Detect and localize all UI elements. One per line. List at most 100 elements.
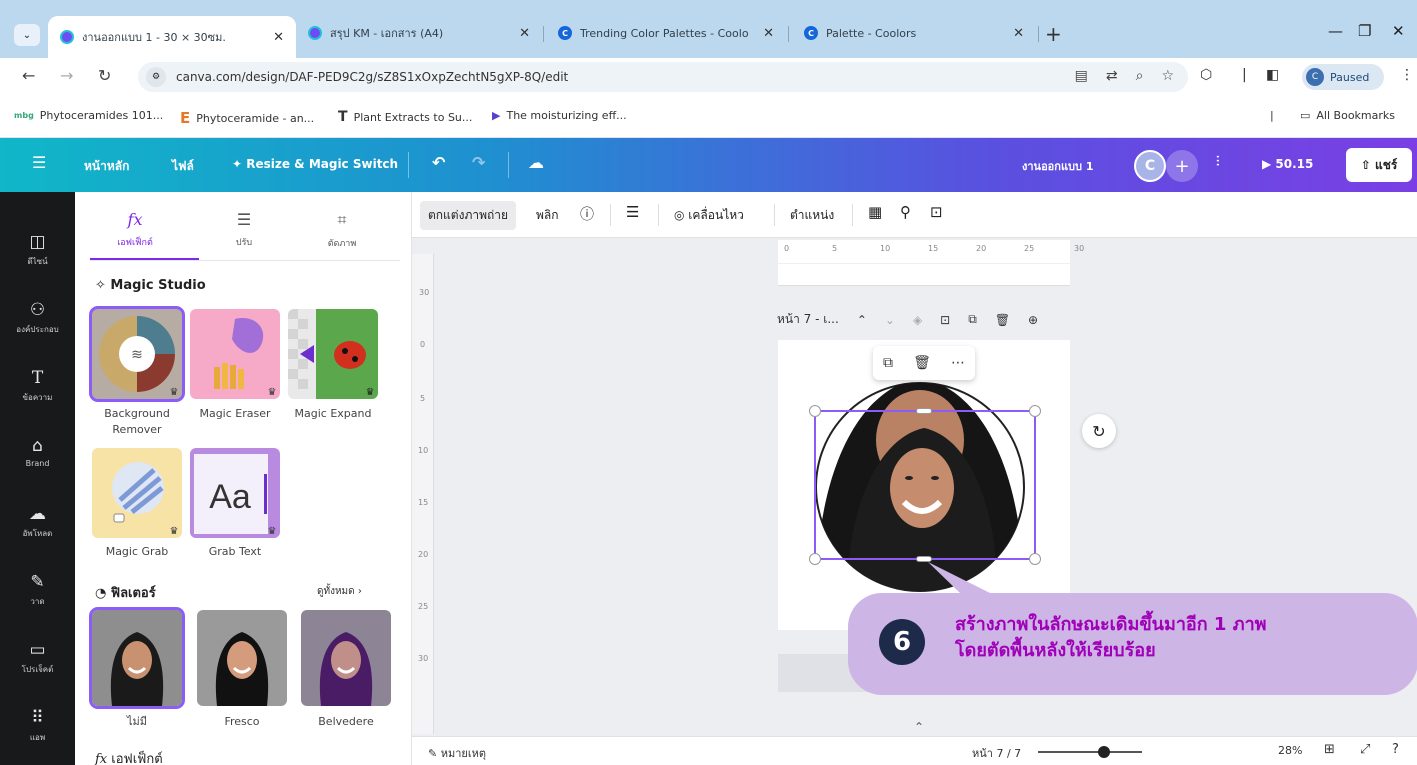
- chevron-up-icon[interactable]: ⌃: [857, 313, 867, 327]
- more-menu-icon[interactable]: ⋮: [1400, 67, 1414, 83]
- resize-handle[interactable]: [916, 408, 932, 414]
- chevron-up-icon[interactable]: ⌃: [914, 720, 924, 734]
- hide-page-icon[interactable]: ◈: [913, 313, 922, 327]
- tab-coolors-trending[interactable]: C Trending Color Palettes - Coolo ✕: [546, 16, 786, 50]
- duplicate-page-icon[interactable]: ⧉: [968, 312, 977, 327]
- resize-handle[interactable]: [809, 405, 821, 417]
- zoom-slider-handle[interactable]: [1098, 746, 1110, 758]
- rail-item-design[interactable]: ◫ ดีไซน์: [0, 232, 75, 268]
- undo-icon[interactable]: ↶: [432, 153, 445, 172]
- add-collaborator-icon[interactable]: +: [1166, 150, 1198, 182]
- zoom-icon[interactable]: ⌕: [1136, 68, 1144, 84]
- close-icon[interactable]: ✕: [273, 30, 284, 45]
- extensions-icon[interactable]: ⬡: [1200, 67, 1212, 83]
- zoom-level[interactable]: 28%: [1278, 744, 1302, 757]
- restore-icon[interactable]: ❐: [1358, 22, 1371, 40]
- minimize-icon[interactable]: —: [1328, 22, 1343, 40]
- cloud-save-icon[interactable]: ☁: [528, 153, 544, 172]
- add-page-icon[interactable]: ⊕: [1028, 313, 1038, 327]
- tab-crop[interactable]: ⌗ ตัดภาพ: [297, 210, 387, 250]
- star-icon[interactable]: ☆: [1161, 68, 1174, 84]
- animate-button[interactable]: ◎ เคลื่อนไหว: [674, 206, 744, 225]
- chevron-down-icon[interactable]: ⌄: [885, 313, 895, 327]
- tab-adjust[interactable]: ☰ ปรับ: [199, 210, 289, 249]
- lines-icon[interactable]: ☰: [626, 203, 639, 221]
- magic-tool-magic-eraser[interactable]: ♛: [190, 309, 280, 399]
- bookmark-item[interactable]: T Plant Extracts to Su...: [338, 109, 472, 125]
- back-icon[interactable]: ←: [22, 66, 35, 85]
- position-button[interactable]: ตำแหน่ง: [790, 206, 834, 225]
- lock-icon[interactable]: ⊡: [940, 313, 950, 327]
- rail-item-projects[interactable]: ▭ โปรเจ็คต์: [0, 640, 75, 676]
- tab-coolors-palette[interactable]: C Palette - Coolors ✕: [792, 16, 1036, 50]
- bookmark-item[interactable]: mbg Phytoceramides 101...: [14, 109, 163, 122]
- rotate-icon[interactable]: ↻: [1082, 414, 1116, 448]
- edit-photo-button[interactable]: ตกแต่งภาพถ่าย: [420, 201, 517, 230]
- more-icon[interactable]: ⋯: [951, 355, 965, 371]
- resize-button[interactable]: ✦ Resize & Magic Switch: [232, 157, 398, 171]
- site-info-icon[interactable]: ⚙: [146, 67, 166, 87]
- help-icon[interactable]: ?: [1392, 742, 1399, 757]
- new-tab-icon[interactable]: +: [1045, 22, 1062, 46]
- file-button[interactable]: ไฟล์: [172, 157, 194, 176]
- filter-belvedere[interactable]: [301, 610, 391, 706]
- resize-handle[interactable]: [1029, 553, 1041, 565]
- resize-handle[interactable]: [809, 553, 821, 565]
- transparency-icon[interactable]: ▦: [868, 203, 882, 221]
- magic-tool-magic-grab[interactable]: ♛: [92, 448, 182, 538]
- share-button[interactable]: ⇧ แชร์: [1346, 148, 1412, 182]
- magic-tool-background-remover[interactable]: ≋ ♛: [89, 306, 185, 402]
- home-button[interactable]: หน้าหลัก: [84, 157, 129, 176]
- reload-icon[interactable]: ↻: [98, 66, 111, 85]
- close-icon[interactable]: ✕: [519, 26, 530, 41]
- insights-icon[interactable]: ⫶: [1216, 154, 1220, 170]
- tab-km-summary[interactable]: สรุป KM - เอกสาร (A4) ✕: [296, 16, 542, 50]
- rail-item-brand[interactable]: ⌂ Brand: [0, 436, 75, 468]
- paint-roller-icon[interactable]: ⚲: [900, 203, 911, 221]
- tab-search-button[interactable]: ⌄: [14, 24, 40, 46]
- lock-icon[interactable]: ⊡: [930, 203, 943, 221]
- bookmark-item[interactable]: E Phytoceramide - an...: [180, 109, 314, 127]
- flip-button[interactable]: พลิก: [536, 206, 559, 225]
- grid-view-icon[interactable]: ⊞: [1324, 742, 1335, 757]
- info-icon[interactable]: ⓘ: [580, 204, 594, 224]
- delete-page-icon[interactable]: 🗑: [995, 313, 1010, 327]
- page-counter[interactable]: หน้า 7 / 7: [972, 744, 1021, 762]
- see-all-filters-link[interactable]: ดูทั้งหมด ›: [317, 584, 362, 599]
- profile-button[interactable]: C Paused: [1302, 64, 1384, 90]
- rail-item-draw[interactable]: ✎ วาด: [0, 572, 75, 608]
- magic-tool-magic-expand[interactable]: ♛: [288, 309, 378, 399]
- filter-none[interactable]: [89, 607, 185, 709]
- forward-icon[interactable]: →: [60, 66, 73, 85]
- previous-page[interactable]: 0 5 10 15 20 25 30: [778, 240, 1084, 286]
- close-icon[interactable]: ✕: [1013, 26, 1024, 41]
- omnibox[interactable]: ⚙ canva.com/design/DAF-PED9C2g/sZ8S1xOxp…: [138, 62, 1188, 92]
- present-button[interactable]: ▶ 50.15: [1262, 157, 1313, 171]
- rail-item-uploads[interactable]: ☁ อัพโหลด: [0, 504, 75, 540]
- avatar[interactable]: C: [1134, 150, 1166, 182]
- all-bookmarks[interactable]: ▭ All Bookmarks: [1300, 109, 1395, 122]
- resize-handle[interactable]: [1029, 405, 1041, 417]
- filter-fresco[interactable]: [197, 610, 287, 706]
- close-icon[interactable]: ✕: [763, 26, 774, 41]
- redo-icon[interactable]: ↷: [472, 153, 485, 172]
- delete-icon[interactable]: 🗑: [913, 355, 931, 371]
- doc-title[interactable]: งานออกแบบ 1: [1022, 157, 1093, 175]
- fullscreen-icon[interactable]: ⤢: [1360, 742, 1370, 757]
- menu-icon[interactable]: ☰: [32, 153, 46, 172]
- window-close-icon[interactable]: ✕: [1392, 22, 1405, 40]
- sidepanel-icon[interactable]: ◧: [1266, 67, 1279, 83]
- duplicate-icon[interactable]: ⧉: [883, 355, 893, 371]
- translate-icon[interactable]: ⇄: [1106, 68, 1118, 84]
- tab-canva-design[interactable]: งานออกแบบ 1 - 30 × 30ซม. ✕: [48, 16, 296, 58]
- zoom-slider[interactable]: [1038, 751, 1142, 753]
- notes-button[interactable]: ✎ หมายเหตุ: [428, 744, 486, 762]
- magic-tool-grab-text[interactable]: Aa ♛: [190, 448, 280, 538]
- rail-item-elements[interactable]: ⚇ องค์ประกอบ: [0, 300, 75, 336]
- page-label[interactable]: หน้า 7 - เ...: [777, 310, 839, 329]
- bookmark-item[interactable]: ▶ The moisturizing eff...: [492, 109, 627, 122]
- clipboard-icon[interactable]: ▤: [1075, 68, 1088, 84]
- tab-effects[interactable]: fx เอฟเฟ็กต์: [90, 210, 180, 249]
- rail-item-apps[interactable]: ⠿ แอพ: [0, 708, 75, 744]
- rail-item-text[interactable]: T ข้อความ: [0, 368, 75, 404]
